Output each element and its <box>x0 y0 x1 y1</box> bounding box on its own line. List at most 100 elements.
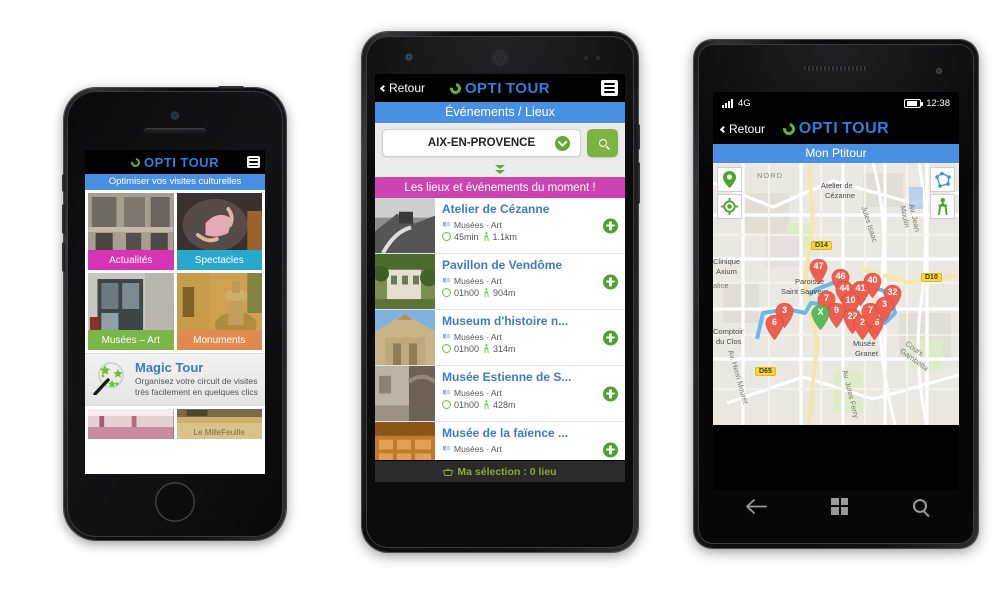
search-bar: AIX-EN-PROVENCE <box>375 123 625 161</box>
status-left: 4G <box>722 98 751 109</box>
back-button[interactable]: Retour <box>379 81 426 95</box>
iphone-mute-switch[interactable] <box>62 174 65 192</box>
list-item-distance: 314m <box>493 343 516 354</box>
winphone-earpiece-speaker <box>804 66 868 71</box>
clock-icon <box>442 288 451 298</box>
iphone-volume-up-button[interactable] <box>62 204 65 234</box>
tile-bottom-pink[interactable] <box>88 409 174 440</box>
map-pin-label: 6 <box>771 317 777 327</box>
map-pin-layer[interactable]: 4746444041327109362226273X <box>713 163 959 425</box>
list-item-distance: 1.1km <box>492 231 518 242</box>
list-item-title: Museum d'histoire n... <box>442 315 569 328</box>
magic-tour-title: Magic Tour <box>135 360 204 375</box>
winphone-subtitle: Mon Ptitour <box>713 144 959 163</box>
list-item-category-row: Musées - Art <box>442 444 619 454</box>
search-icon <box>598 139 607 147</box>
back-button-label: Retour <box>389 81 426 95</box>
brand-name-part2: TOUR <box>180 154 219 170</box>
hamburger-menu-icon[interactable] <box>601 80 618 96</box>
brand-logo: OPTI TOUR <box>447 79 551 97</box>
brand-name-part1: OPTI <box>798 120 839 137</box>
my-location-button[interactable] <box>717 194 742 219</box>
walking-mode-button[interactable] <box>930 194 955 219</box>
map-pin-label: 3 <box>881 299 887 309</box>
list-item-duration: 01h00 <box>454 287 480 298</box>
tile-spectacles[interactable]: Spectacles <box>176 193 262 270</box>
musee-estienne-photo <box>375 366 437 421</box>
back-button[interactable] <box>745 498 768 514</box>
brand-name-part1: OPTI <box>464 79 502 97</box>
locate-place-button[interactable] <box>717 167 742 192</box>
list-item[interactable]: Atelier de Cézanne Musées - Art 45min 1.… <box>375 198 625 254</box>
tile-musees-art[interactable]: Musées – Art <box>88 273 174 350</box>
theater-mask-icon <box>442 445 451 451</box>
list-item-title: Musée Estienne de S... <box>442 371 572 384</box>
brand-name-part2: TOUR <box>505 79 551 97</box>
android-sensor-2 <box>596 56 600 60</box>
list-item-category: Musées - Art <box>454 331 502 342</box>
double-chevron-down-icon <box>494 164 506 174</box>
map-pin-label: 3 <box>781 305 787 315</box>
iphone-front-camera <box>171 112 179 119</box>
list-item-category: Musées - Art <box>454 275 502 286</box>
list-item[interactable]: Musée Estienne de S... Musées - Art 01h0… <box>375 366 625 422</box>
list-item-category-row: Musées - Art <box>442 276 619 286</box>
android-power-button[interactable] <box>637 124 640 150</box>
network-type: 4G <box>738 97 751 109</box>
plus-circle-icon[interactable] <box>603 386 618 401</box>
iphone-volume-down-button[interactable] <box>62 242 65 272</box>
map-pin-label: 7 <box>823 293 829 303</box>
windows-logo-icon <box>831 497 849 515</box>
brand-logo: OPTI TOUR <box>780 120 889 138</box>
back-button-label: Retour <box>729 122 766 136</box>
iphone-power-button[interactable] <box>218 86 244 89</box>
iphone-home-button[interactable] <box>155 482 195 522</box>
search-button[interactable] <box>587 129 618 157</box>
map-pin-marker[interactable]: 47 <box>809 258 828 285</box>
map-pin-icon <box>723 171 736 188</box>
expand-filters-row[interactable] <box>375 161 625 177</box>
tile-bottom-shop[interactable]: Le MilleFeuille <box>176 409 262 440</box>
city-select[interactable]: AIX-EN-PROVENCE <box>382 129 581 157</box>
list-item-title: Musée de la faïence ... <box>442 427 569 440</box>
list-item-category-row: Musées - Art <box>442 220 619 230</box>
android-front-camera <box>406 54 412 60</box>
start-button[interactable] <box>831 497 849 515</box>
plus-circle-icon[interactable] <box>603 218 618 233</box>
map-pin-marker[interactable]: 6 <box>765 314 784 341</box>
winphone-nav-bar <box>713 486 959 526</box>
clock-icon <box>442 344 451 354</box>
magic-tour-description: Organisez votre circuit de visites très … <box>135 376 258 398</box>
selection-footer[interactable]: Ma sélection : 0 lieu <box>375 460 625 482</box>
chevron-left-icon <box>379 84 388 92</box>
pink-interior-photo <box>88 409 174 440</box>
poi-list: Atelier de Cézanne Musées - Art 45min 1.… <box>375 198 625 478</box>
magic-tour-banner[interactable]: Magic Tour Organisez votre circuit de vi… <box>85 353 265 407</box>
route-loop-button[interactable] <box>930 167 955 192</box>
map-pin-marker[interactable]: X <box>811 304 830 331</box>
plus-circle-icon[interactable] <box>603 330 618 345</box>
android-subtitle: Événements / Lieux <box>375 102 625 123</box>
theater-mask-icon <box>442 333 451 339</box>
list-item[interactable]: Pavillon de Vendôme Musées - Art 01h00 9… <box>375 254 625 310</box>
list-item[interactable]: Museum d'histoire n... Musées - Art 01h0… <box>375 310 625 366</box>
back-button[interactable]: Retour <box>719 122 766 136</box>
hamburger-menu-icon[interactable] <box>247 156 260 168</box>
tile-actualites[interactable]: Actualités <box>88 193 174 270</box>
map-pin-marker[interactable]: 3 <box>875 296 894 323</box>
plus-circle-icon[interactable] <box>603 442 618 457</box>
android-volume-button[interactable] <box>637 162 640 204</box>
iphone-app-header: OPTI TOUR <box>85 150 265 174</box>
plus-circle-icon[interactable] <box>603 274 618 289</box>
tile-monuments[interactable]: Monuments <box>176 273 262 350</box>
walking-person-icon <box>484 287 489 297</box>
clock-time: 12:38 <box>926 97 950 109</box>
status-bar: 4G 12:38 <box>713 92 959 114</box>
chevron-down-circle-icon[interactable] <box>555 135 570 151</box>
map-view[interactable]: NORD Atelier de Cézanne Clinique Axium P… <box>713 163 959 425</box>
winphone-screen: 4G 12:38 Retour OPTI TOUR Mon Ptitour NO… <box>713 92 959 490</box>
walking-person-icon <box>483 231 489 241</box>
tile-label: Monuments <box>176 330 262 350</box>
search-button[interactable] <box>912 499 927 513</box>
list-item-category: Musées - Art <box>454 219 502 230</box>
